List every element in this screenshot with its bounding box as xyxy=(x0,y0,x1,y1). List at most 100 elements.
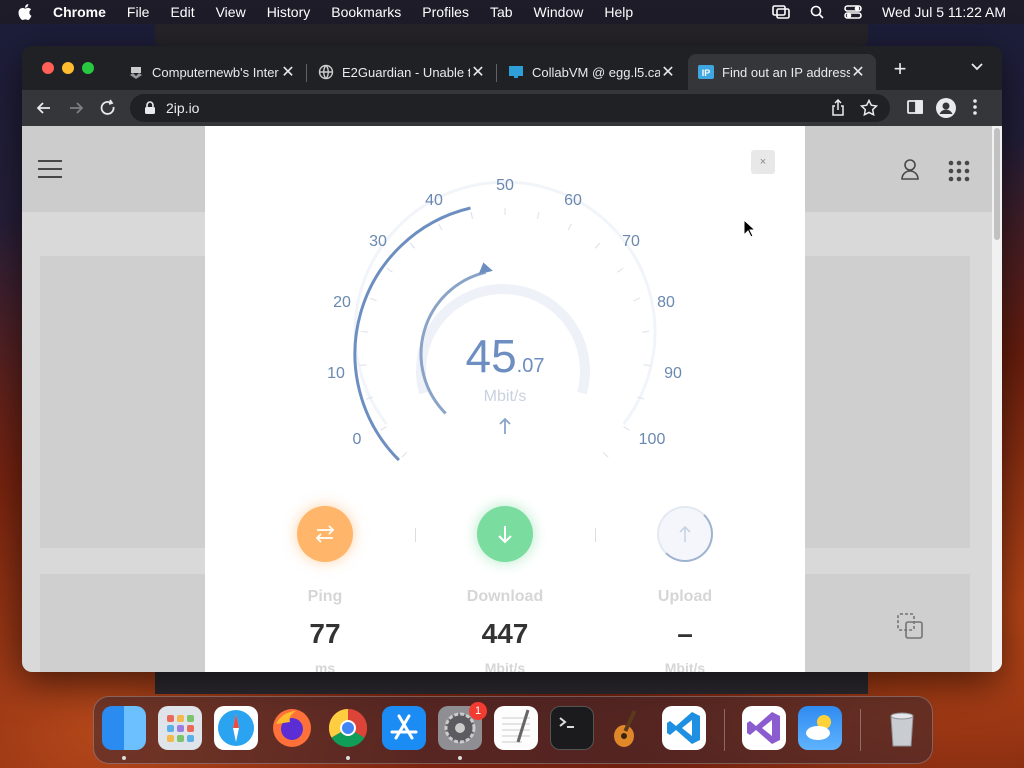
menu-view[interactable]: View xyxy=(216,4,246,20)
computernewb-icon xyxy=(130,67,142,79)
lock-icon[interactable] xyxy=(144,101,156,115)
menu-help[interactable]: Help xyxy=(604,4,633,20)
tab-close-icon[interactable]: ✕ xyxy=(280,64,296,81)
stat-separator xyxy=(415,528,416,542)
tab-search-chevron-icon[interactable] xyxy=(970,62,984,72)
gauge-tick-mark xyxy=(536,211,540,219)
speed-unit: Mbit/s xyxy=(483,388,527,405)
bookmark-star-icon[interactable] xyxy=(860,99,878,117)
gauge-tick-mark xyxy=(380,426,387,431)
scrollbar-thumb[interactable] xyxy=(994,128,1000,240)
gauge-tick-30: 30 xyxy=(369,233,387,250)
menu-window[interactable]: Window xyxy=(534,4,584,20)
forward-arrow-icon[interactable] xyxy=(66,98,86,118)
tab-separator xyxy=(496,64,497,82)
chrome-menu-icon[interactable] xyxy=(972,98,978,116)
menubar: Chrome File Edit View History Bookmarks … xyxy=(0,0,1024,24)
new-tab-button[interactable]: + xyxy=(890,58,910,80)
dock: 1 xyxy=(93,696,933,764)
gauge-tick-mark xyxy=(369,297,377,302)
apple-icon[interactable] xyxy=(18,4,32,20)
tab-close-icon[interactable]: ✕ xyxy=(850,64,866,81)
textedit-icon[interactable] xyxy=(494,706,538,750)
garageband-icon[interactable] xyxy=(606,706,650,750)
gauge-tick-mark xyxy=(594,242,601,249)
share-icon[interactable] xyxy=(830,99,846,117)
tab-e2guardian[interactable]: E2Guardian - Unable t ✕ xyxy=(308,54,496,90)
menu-edit[interactable]: Edit xyxy=(170,4,194,20)
launchpad-icon[interactable] xyxy=(158,706,202,750)
browser-toolbar: 2ip.io xyxy=(22,90,1002,126)
mouse-pointer-icon xyxy=(743,219,755,238)
swap-arrows-icon xyxy=(315,525,335,543)
ip-icon: IP xyxy=(698,65,714,79)
control-center-icon[interactable] xyxy=(844,5,862,19)
gauge-tick-mark xyxy=(623,426,630,431)
address-bar[interactable]: 2ip.io xyxy=(130,94,890,122)
gauge-tick-70: 70 xyxy=(622,233,640,250)
menu-bookmarks[interactable]: Bookmarks xyxy=(331,4,401,20)
menu-file[interactable]: File xyxy=(127,4,150,20)
running-indicator xyxy=(346,756,350,760)
download-label: Download xyxy=(466,588,544,605)
window-minimize-button[interactable] xyxy=(62,62,74,74)
stat-separator xyxy=(595,528,596,542)
page-scrollbar[interactable] xyxy=(992,126,1002,672)
globe-icon xyxy=(318,64,334,80)
running-indicator xyxy=(122,756,126,760)
back-arrow-icon[interactable] xyxy=(34,98,54,118)
firefox-icon[interactable] xyxy=(270,706,314,750)
speed-integer: 45 xyxy=(465,330,517,382)
tab-separator xyxy=(306,64,307,82)
window-close-button[interactable] xyxy=(42,62,54,74)
gauge-tick-mark xyxy=(438,223,443,231)
profile-avatar-icon[interactable] xyxy=(936,98,956,118)
gauge-tick-50: 50 xyxy=(496,177,514,194)
visual-studio-icon[interactable] xyxy=(742,706,786,750)
terminal-icon[interactable] xyxy=(550,706,594,750)
spotlight-search-icon[interactable] xyxy=(810,5,824,19)
gauge-tick-mark xyxy=(386,267,393,273)
tab-label: Find out an IP address xyxy=(722,64,850,80)
app-store-icon[interactable] xyxy=(382,706,426,750)
trash-icon[interactable] xyxy=(880,706,924,750)
download-arrow-icon xyxy=(498,526,512,544)
weather-icon[interactable] xyxy=(798,706,842,750)
vscode-icon[interactable] xyxy=(662,706,706,750)
chrome-icon[interactable] xyxy=(326,706,370,750)
tab-close-icon[interactable]: ✕ xyxy=(470,64,486,81)
safari-icon[interactable] xyxy=(214,706,258,750)
dock-divider xyxy=(724,709,725,751)
speed-gauge: 0 10 20 30 40 50 60 70 80 90 100 xyxy=(327,177,682,462)
gauge-needle-arrow xyxy=(478,262,493,275)
tab-close-icon[interactable]: ✕ xyxy=(660,64,676,81)
gauge-tick-100: 100 xyxy=(639,431,666,448)
gauge-tick-mark xyxy=(633,297,641,302)
menubar-clock[interactable]: Wed Jul 5 11:22 AM xyxy=(882,4,1006,20)
screen-mirroring-icon[interactable] xyxy=(772,5,790,19)
menu-profiles[interactable]: Profiles xyxy=(422,4,469,20)
background-window-edge xyxy=(155,672,868,694)
menu-tab[interactable]: Tab xyxy=(490,4,513,20)
menu-history[interactable]: History xyxy=(267,4,311,20)
tab-strip: Computernewb's Inter ✕ E2Guardian - Unab… xyxy=(22,46,1002,90)
tab-computernewb[interactable]: Computernewb's Inter ✕ xyxy=(118,54,306,90)
upload-indicator xyxy=(657,506,713,562)
url-text[interactable]: 2ip.io xyxy=(166,100,199,116)
gauge-tick-20: 20 xyxy=(333,294,351,311)
gauge-tick-0: 0 xyxy=(353,431,362,448)
ping-value: 77 xyxy=(309,618,341,649)
reload-icon[interactable] xyxy=(98,98,118,118)
window-fullscreen-button[interactable] xyxy=(82,62,94,74)
menu-app-name[interactable]: Chrome xyxy=(53,4,106,20)
monitor-icon xyxy=(509,66,523,78)
gauge-tick-mark xyxy=(470,211,474,219)
tab-find-ip-address[interactable]: IP Find out an IP address ✕ xyxy=(688,54,876,90)
side-panel-icon[interactable] xyxy=(906,98,924,116)
download-indicator xyxy=(477,506,533,562)
svg-text:IP: IP xyxy=(702,68,711,78)
finder-icon[interactable] xyxy=(102,706,146,750)
dock-divider xyxy=(860,709,861,751)
upload-arrow-icon xyxy=(499,417,511,434)
tab-collabvm[interactable]: CollabVM @ egg.l5.ca ✕ xyxy=(498,54,686,90)
